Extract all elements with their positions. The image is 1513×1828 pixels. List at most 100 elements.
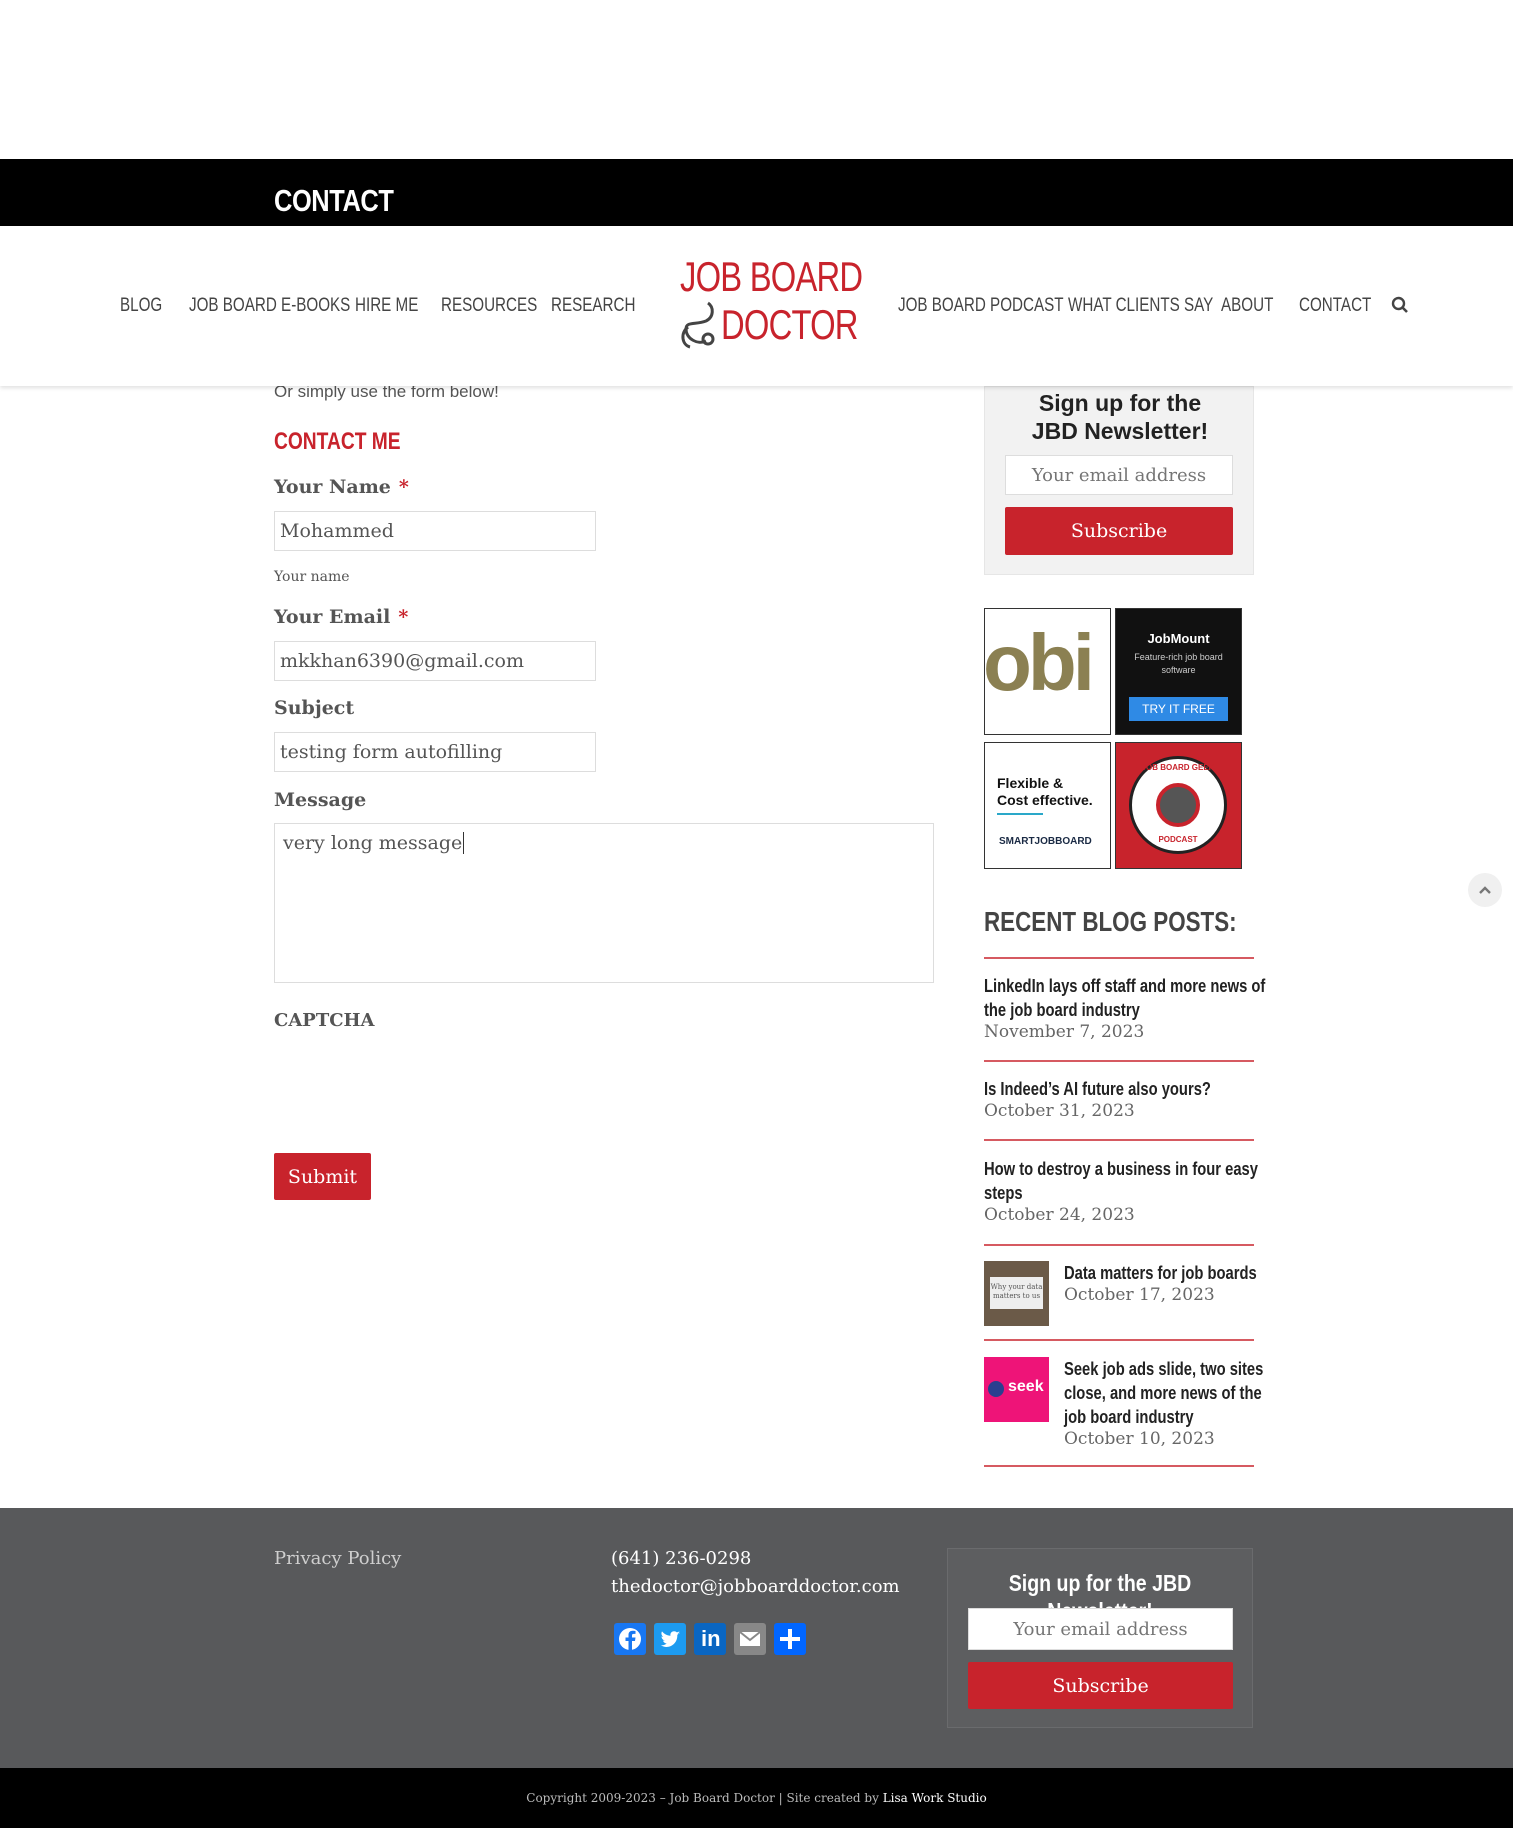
ad-geek-bottom: PODCAST: [1158, 835, 1198, 844]
post-title[interactable]: LinkedIn lays off staff and more news of: [984, 974, 1265, 998]
page-title: CONTACT: [274, 183, 394, 218]
post-title[interactable]: Is Indeed’s AI future also yours?: [984, 1077, 1211, 1101]
ad-jobmount-cta: TRY IT FREE: [1129, 697, 1228, 721]
ad-jobboardgeek[interactable]: JOB BOARD GEEK PODCAST: [1115, 742, 1242, 869]
post-title[interactable]: Data matters for job boards: [1064, 1261, 1257, 1285]
nav-podcast[interactable]: JOB BOARD PODCAST: [898, 295, 1064, 317]
scroll-top-button[interactable]: [1468, 873, 1502, 907]
footer-newsletter: Sign up for the JBD Newsletter! Subscrib…: [947, 1548, 1253, 1728]
post-title[interactable]: close, and more news of the: [1064, 1381, 1263, 1405]
post-item[interactable]: LinkedIn lays off staff and more news of…: [984, 974, 1327, 1042]
email-icon[interactable]: [734, 1623, 766, 1655]
ad-smart-line1: Flexible &: [997, 775, 1064, 791]
post-thumbnail[interactable]: seek: [984, 1357, 1049, 1422]
copyright-bar: Copyright 2009-2023 – Job Board Doctor |…: [0, 1768, 1513, 1828]
post-date: October 24, 2023: [984, 1205, 1135, 1225]
nav-clients[interactable]: WHAT CLIENTS SAY: [1068, 295, 1213, 317]
ad-smart-underline: [997, 813, 1043, 815]
logo-line1: JOB BOARD: [680, 253, 863, 300]
privacy-policy-link[interactable]: Privacy Policy: [274, 1548, 401, 1569]
subject-label: Subject: [274, 697, 355, 719]
page-title-bar: CONTACT: [0, 159, 1513, 226]
post-date: October 31, 2023: [984, 1101, 1135, 1121]
thumbnail-text: seek: [1008, 1378, 1044, 1395]
divider: [984, 1060, 1254, 1062]
stethoscope-icon: [681, 301, 715, 349]
post-date: October 10, 2023: [1064, 1429, 1215, 1449]
search-icon[interactable]: [1391, 296, 1411, 316]
ad-smartjobboard[interactable]: Flexible & Cost effective. SMARTJOBBOARD: [984, 742, 1111, 869]
nav-about[interactable]: ABOUT: [1221, 295, 1273, 317]
post-title[interactable]: steps: [984, 1181, 1258, 1205]
site-header: BLOG JOB BOARD E-BOOKS HIRE ME RESOURCES…: [0, 226, 1513, 386]
message-text: very long message: [283, 832, 463, 854]
share-plus-icon[interactable]: [774, 1623, 806, 1655]
seek-logo-icon: [988, 1381, 1004, 1397]
post-thumbnail[interactable]: Why your data matters to us: [984, 1261, 1049, 1326]
required-mark: *: [398, 476, 409, 498]
post-item[interactable]: Seek job ads slide, two sites close, and…: [1064, 1357, 1307, 1449]
post-item[interactable]: How to destroy a business in four easy s…: [984, 1157, 1318, 1225]
ad-geek-badge: JOB BOARD GEEK PODCAST: [1129, 756, 1227, 854]
footer-email[interactable]: thedoctor@jobboarddoctor.com: [611, 1576, 900, 1597]
submit-button[interactable]: Submit: [274, 1153, 371, 1200]
copyright-label: Copyright 2009-2023 – Job Board Doctor |…: [526, 1791, 883, 1805]
ad-obi[interactable]: obi: [984, 608, 1111, 735]
post-item[interactable]: Is Indeed’s AI future also yours? Octobe…: [984, 1077, 1261, 1121]
post-date: October 17, 2023: [1064, 1285, 1215, 1305]
sidebar-newsletter-title: Sign up for the JBD Newsletter!: [1031, 390, 1209, 444]
post-item[interactable]: Data matters for job boards October 17, …: [1064, 1261, 1299, 1305]
sidebar-email-input[interactable]: [1005, 455, 1233, 495]
post-date: November 7, 2023: [984, 1022, 1145, 1042]
nav-contact[interactable]: CONTACT: [1299, 295, 1371, 317]
name-label-text: Your Name: [274, 476, 391, 498]
nav-hire-me[interactable]: HIRE ME: [355, 295, 418, 317]
post-title[interactable]: job board industry: [1064, 1405, 1263, 1429]
copyright-text: Copyright 2009-2023 – Job Board Doctor |…: [0, 1791, 1513, 1805]
facebook-icon[interactable]: [614, 1623, 646, 1655]
name-hint: Your name: [274, 569, 350, 585]
chevron-up-icon: [1479, 886, 1491, 894]
sidebar-subscribe-button[interactable]: Subscribe: [1005, 507, 1233, 555]
post-title[interactable]: the job board industry: [984, 998, 1265, 1022]
nav-resources[interactable]: RESOURCES: [441, 295, 537, 317]
email-label: Your Email *: [274, 606, 408, 628]
footer-email-input[interactable]: [968, 1608, 1233, 1650]
divider: [984, 1465, 1254, 1467]
sidebar-newsletter: Sign up for the JBD Newsletter! Subscrib…: [984, 386, 1254, 575]
ad-jobmount-tag: Feature-rich job board software: [1134, 652, 1223, 675]
footer-phone[interactable]: (641) 236-0298: [611, 1548, 751, 1569]
credit-link[interactable]: Lisa Work Studio: [883, 1791, 987, 1805]
ad-jobmount-brand: JobMount: [1147, 631, 1210, 646]
email-input[interactable]: mkkhan6390@gmail.com: [274, 641, 596, 681]
required-mark: *: [398, 606, 409, 628]
nav-ebooks[interactable]: JOB BOARD E-BOOKS: [189, 295, 350, 317]
ad-jobmount[interactable]: JobMount Feature-rich job board software…: [1115, 608, 1242, 735]
subject-input[interactable]: testing form autofilling: [274, 732, 596, 772]
divider: [984, 1339, 1254, 1341]
ad-smart-brand: SMARTJOBBOARD: [999, 836, 1092, 847]
name-input[interactable]: Mohammed: [274, 511, 596, 551]
linkedin-icon[interactable]: in: [694, 1623, 726, 1655]
recent-posts-heading: RECENT BLOG POSTS:: [984, 906, 1237, 937]
text-cursor: [463, 832, 465, 854]
message-textarea[interactable]: very long message: [274, 823, 934, 983]
post-title[interactable]: How to destroy a business in four easy: [984, 1157, 1258, 1181]
thumbnail-text: Why your data matters to us: [990, 1277, 1043, 1309]
nav-blog[interactable]: BLOG: [120, 295, 162, 317]
site-logo[interactable]: JOB BOARD DOCTOR: [674, 253, 863, 349]
divider: [984, 957, 1254, 959]
email-label-text: Your Email: [274, 606, 391, 628]
site-footer: Privacy Policy (641) 236-0298 thedoctor@…: [0, 1508, 1513, 1768]
post-title[interactable]: Seek job ads slide, two sites: [1064, 1357, 1263, 1381]
nav-research[interactable]: RESEARCH: [551, 295, 635, 317]
captcha-label: CAPTCHA: [274, 1010, 375, 1031]
footer-subscribe-button[interactable]: Subscribe: [968, 1662, 1233, 1709]
ad-geek-top: JOB BOARD GEEK: [1141, 763, 1215, 772]
headphones-icon: [1156, 783, 1200, 827]
divider: [984, 1244, 1254, 1246]
contact-form-heading: CONTACT ME: [274, 428, 401, 455]
twitter-icon[interactable]: [654, 1623, 686, 1655]
ad-smart-line2: Cost effective.: [997, 792, 1093, 808]
ad-obi-text: obi: [984, 618, 1095, 707]
